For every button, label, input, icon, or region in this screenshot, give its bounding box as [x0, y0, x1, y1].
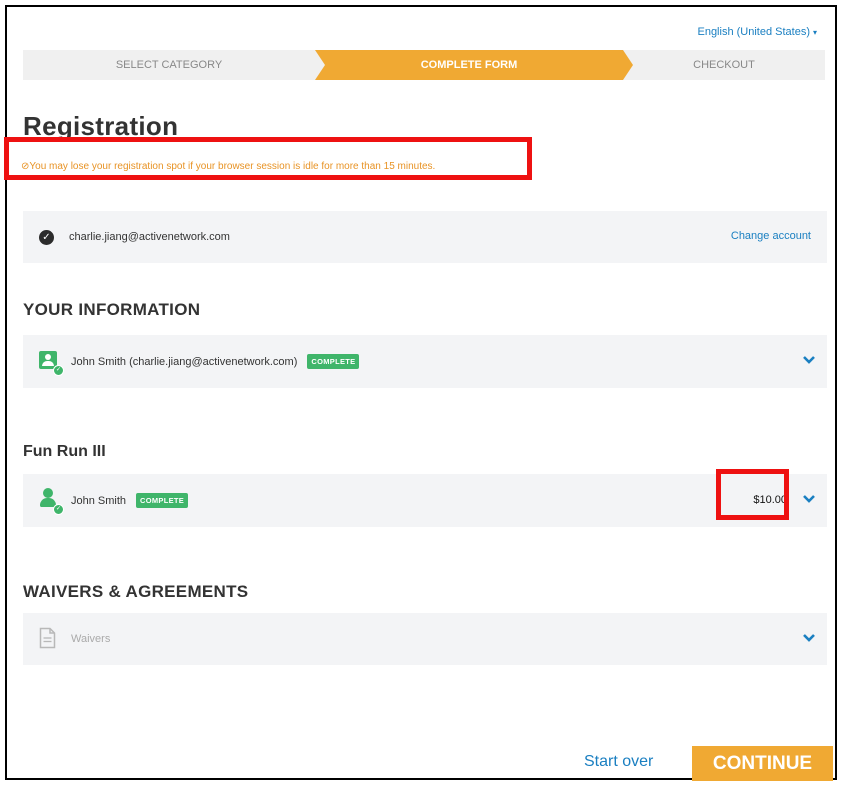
participant-name-email: John Smith (charlie.jiang@activenetwork.…	[71, 356, 298, 368]
price-highlight-box	[716, 469, 789, 520]
waivers-row[interactable]: Waivers	[23, 613, 827, 665]
participant-name: John Smith	[71, 495, 127, 507]
step-complete-form: COMPLETE FORM	[315, 50, 623, 80]
document-icon	[39, 627, 56, 649]
complete-check-icon: ✓	[53, 365, 64, 376]
registration-page: English (United States) ▾ SELECT CATEGORY…	[5, 5, 837, 781]
language-selector[interactable]: English (United States) ▾	[697, 26, 817, 38]
warning-highlight-box	[4, 137, 532, 180]
step-select-category: SELECT CATEGORY	[23, 50, 315, 80]
continue-button[interactable]: CONTINUE	[692, 746, 833, 781]
step-arrow-active	[623, 50, 633, 80]
your-information-row[interactable]: ✓ John Smith (charlie.jiang@activenetwor…	[23, 335, 827, 388]
account-panel: ✓ charlie.jiang@activenetwork.com Change…	[23, 211, 827, 263]
check-circle-icon: ✓	[39, 230, 54, 245]
chevron-down-icon[interactable]	[801, 491, 817, 507]
progress-steps: SELECT CATEGORY COMPLETE FORM CHECKOUT	[23, 50, 825, 80]
chevron-down-icon[interactable]	[801, 630, 817, 646]
step-arrow	[315, 50, 325, 80]
step-checkout: CHECKOUT	[623, 50, 825, 80]
start-over-link[interactable]: Start over	[584, 753, 653, 771]
language-label: English (United States)	[697, 26, 810, 38]
status-badge: COMPLETE	[307, 354, 360, 369]
waivers-label: Waivers	[71, 633, 111, 645]
complete-check-icon: ✓	[53, 504, 64, 515]
status-badge: COMPLETE	[136, 493, 189, 508]
change-account-link[interactable]: Change account	[731, 230, 811, 242]
your-information-heading: YOUR INFORMATION	[23, 300, 201, 319]
fun-run-row[interactable]: ✓ John Smith COMPLETE $10.00	[23, 474, 827, 527]
waivers-heading: WAIVERS & AGREEMENTS	[23, 582, 249, 601]
caret-down-icon: ▾	[812, 28, 817, 37]
account-email: charlie.jiang@activenetwork.com	[69, 231, 230, 243]
fun-run-heading: Fun Run III	[23, 443, 106, 460]
chevron-down-icon[interactable]	[801, 352, 817, 368]
